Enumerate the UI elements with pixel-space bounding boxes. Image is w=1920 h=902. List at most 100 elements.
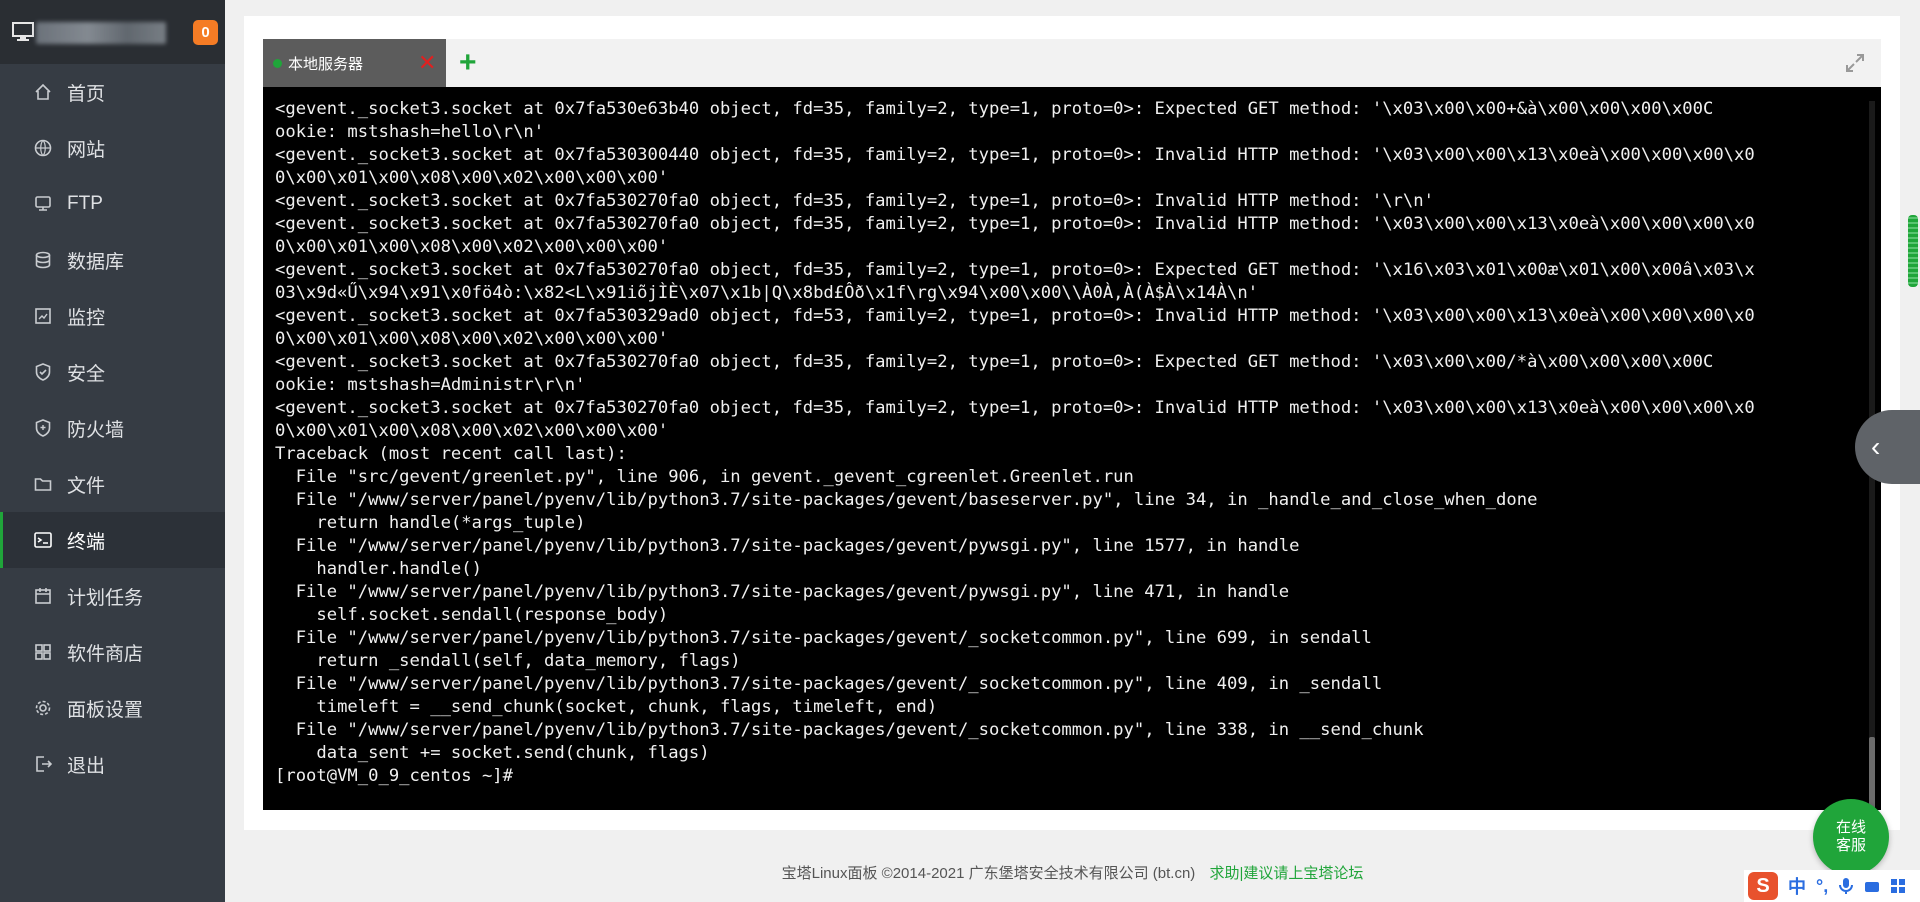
sidebar-item-shield[interactable]: 安全 — [0, 344, 225, 400]
sidebar-item-terminal[interactable]: 终端 — [0, 512, 225, 568]
firewall-icon — [33, 418, 53, 438]
page-scrollbar-thumb[interactable] — [1908, 215, 1918, 287]
terminal-line: Traceback (most recent call last): — [275, 444, 627, 464]
terminal-line: File "/www/server/panel/pyenv/lib/python… — [275, 536, 1300, 556]
add-tab-icon[interactable]: + — [459, 48, 477, 78]
forum-link[interactable]: 求助|建议请上宝塔论坛 — [1209, 865, 1363, 882]
online-support-line2: 客服 — [1835, 837, 1866, 854]
tab-local-server[interactable]: 本地服务器 ✕ — [263, 39, 446, 87]
sidebar-item-label: 监控 — [67, 307, 106, 329]
terminal-line: File "/www/server/panel/pyenv/lib/python… — [275, 582, 1290, 602]
globe-icon — [33, 138, 53, 158]
terminal-line: [root@VM_0_9_centos ~]# — [275, 766, 513, 786]
terminal-tabbar: 本地服务器 ✕ + — [263, 39, 1881, 87]
monitor-icon — [12, 22, 34, 41]
status-dot — [273, 58, 282, 68]
sidebar-item-database[interactable]: 数据库 — [0, 232, 225, 288]
terminal-line: return _sendall(self, data_memory, flags… — [275, 651, 741, 671]
sidebar-item-label: 终端 — [67, 531, 106, 553]
sidebar-item-monitor-chart[interactable]: 监控 — [0, 288, 225, 344]
chevron-left-icon: ‹ — [1871, 431, 1881, 462]
microphone-icon[interactable] — [1838, 877, 1854, 895]
terminal-line: <gevent._socket3.socket at 0x7fa530270fa… — [275, 214, 1755, 234]
terminal-icon — [33, 530, 53, 550]
sidebar-item-apps[interactable]: 软件商店 — [0, 624, 225, 680]
terminal-line: 0\x00\x01\x00\x08\x00\x02\x00\x00\x00' — [275, 421, 669, 441]
terminal-line: File "src/gevent/greenlet.py", line 906,… — [275, 467, 1134, 487]
sidebar-item-logout[interactable]: 退出 — [0, 736, 225, 792]
notification-badge[interactable]: 0 — [193, 20, 218, 45]
terminal-line: File "/www/server/panel/pyenv/lib/python… — [275, 628, 1372, 648]
sidebar-item-label: 网站 — [67, 139, 106, 161]
shield-icon — [33, 362, 53, 382]
apps-icon — [33, 642, 53, 662]
terminal-line: <gevent._socket3.socket at 0x7fa530270fa… — [275, 191, 1434, 211]
terminal-line: <gevent._socket3.socket at 0x7fa530270fa… — [275, 352, 1714, 372]
online-support-button[interactable]: 在线 客服 — [1813, 799, 1889, 875]
sidebar-item-label: 首页 — [67, 83, 106, 105]
terminal-line: return handle(*args_tuple) — [275, 513, 586, 533]
terminal-line: <gevent._socket3.socket at 0x7fa530270fa… — [275, 260, 1755, 280]
terminal-line: timeleft = __send_chunk(socket, chunk, f… — [275, 697, 938, 717]
terminal-line: self.socket.sendall(response_body) — [275, 605, 669, 625]
terminal-line: File "/www/server/panel/pyenv/lib/python… — [275, 720, 1424, 740]
sidebar-header: 0 — [0, 0, 225, 64]
terminal-line: ookie: mstshash=hello\r\n' — [275, 122, 545, 142]
database-icon — [33, 250, 53, 270]
sidebar-item-globe[interactable]: 网站 — [0, 120, 225, 176]
sidebar-item-ftp[interactable]: FTP — [0, 176, 225, 232]
ime-punctuation-toggle[interactable]: °, — [1816, 876, 1828, 897]
terminal-line: 0\x00\x01\x00\x08\x00\x02\x00\x00\x00' — [275, 329, 669, 349]
monitor-chart-icon — [33, 306, 53, 326]
terminal-output: <gevent._socket3.socket at 0x7fa530e63b4… — [275, 98, 1875, 788]
ftp-icon — [33, 194, 53, 214]
sidebar-item-label: 数据库 — [67, 251, 125, 273]
terminal-line: File "/www/server/panel/pyenv/lib/python… — [275, 490, 1538, 510]
terminal-line: ookie: mstshash=Administr\r\n' — [275, 375, 586, 395]
home-icon — [33, 82, 53, 102]
sidebar-item-label: 面板设置 — [67, 699, 144, 721]
terminal-line: data_sent += socket.send(chunk, flags) — [275, 743, 710, 763]
sidebar-item-label: 软件商店 — [67, 643, 144, 665]
ime-logo-icon[interactable]: S — [1748, 872, 1778, 900]
fullscreen-icon[interactable] — [1845, 53, 1865, 73]
sidebar: 0 首页网站 FTP 数据库监控安全防火墙文件终端计划任务软件商店面板设置退出 — [0, 0, 225, 902]
terminal-line: <gevent._socket3.socket at 0x7fa530270fa… — [275, 398, 1755, 418]
sidebar-item-label: 文件 — [67, 475, 106, 497]
terminal-line: File "/www/server/panel/pyenv/lib/python… — [275, 674, 1383, 694]
terminal-scrollbar-thumb[interactable] — [1869, 737, 1875, 810]
collapse-panel-button[interactable]: ‹ — [1855, 410, 1920, 484]
terminal-line: 0\x00\x01\x00\x08\x00\x02\x00\x00\x00' — [275, 237, 669, 257]
terminal-line: 0\x00\x01\x00\x08\x00\x02\x00\x00\x00' — [275, 168, 669, 188]
grid-menu-icon[interactable] — [1890, 877, 1906, 895]
online-support-line1: 在线 — [1835, 819, 1866, 836]
terminal-line: <gevent._socket3.socket at 0x7fa530329ad… — [275, 306, 1755, 326]
calendar-icon — [33, 586, 53, 606]
sidebar-item-calendar[interactable]: 计划任务 — [0, 568, 225, 624]
gear-icon — [33, 698, 53, 718]
keyboard-icon[interactable] — [1864, 877, 1880, 895]
copyright-text: 宝塔Linux面板 ©2014-2021 广东堡塔安全技术有限公司 (bt.cn… — [781, 865, 1196, 882]
terminal-line: <gevent._socket3.socket at 0x7fa53030044… — [275, 145, 1755, 165]
terminal-line: <gevent._socket3.socket at 0x7fa530e63b4… — [275, 99, 1714, 119]
sidebar-nav: 首页网站 FTP 数据库监控安全防火墙文件终端计划任务软件商店面板设置退出 — [0, 64, 225, 792]
ime-toolbar: S 中 °, — [1744, 870, 1920, 902]
tab-label: 本地服务器 — [288, 55, 364, 73]
logout-icon — [33, 754, 53, 774]
sidebar-item-home[interactable]: 首页 — [0, 64, 225, 120]
terminal-panel: 本地服务器 ✕ + <gevent._socket3.socket at 0x7… — [244, 16, 1900, 830]
sidebar-item-folder[interactable]: 文件 — [0, 456, 225, 512]
sidebar-item-label: 防火墙 — [67, 419, 125, 441]
sidebar-item-gear[interactable]: 面板设置 — [0, 680, 225, 736]
sidebar-item-label: FTP — [67, 193, 103, 214]
sidebar-item-label: 退出 — [67, 755, 106, 777]
footer: 宝塔Linux面板 ©2014-2021 广东堡塔安全技术有限公司 (bt.cn… — [225, 862, 1920, 883]
close-tab-icon[interactable]: ✕ — [418, 52, 436, 74]
ime-language-toggle[interactable]: 中 — [1788, 873, 1806, 899]
sidebar-item-label: 计划任务 — [67, 587, 144, 609]
hostname-redacted — [36, 22, 166, 44]
terminal-screen[interactable]: <gevent._socket3.socket at 0x7fa530e63b4… — [263, 87, 1881, 810]
sidebar-item-firewall[interactable]: 防火墙 — [0, 400, 225, 456]
sidebar-item-label: 安全 — [67, 363, 106, 385]
folder-icon — [33, 474, 53, 494]
